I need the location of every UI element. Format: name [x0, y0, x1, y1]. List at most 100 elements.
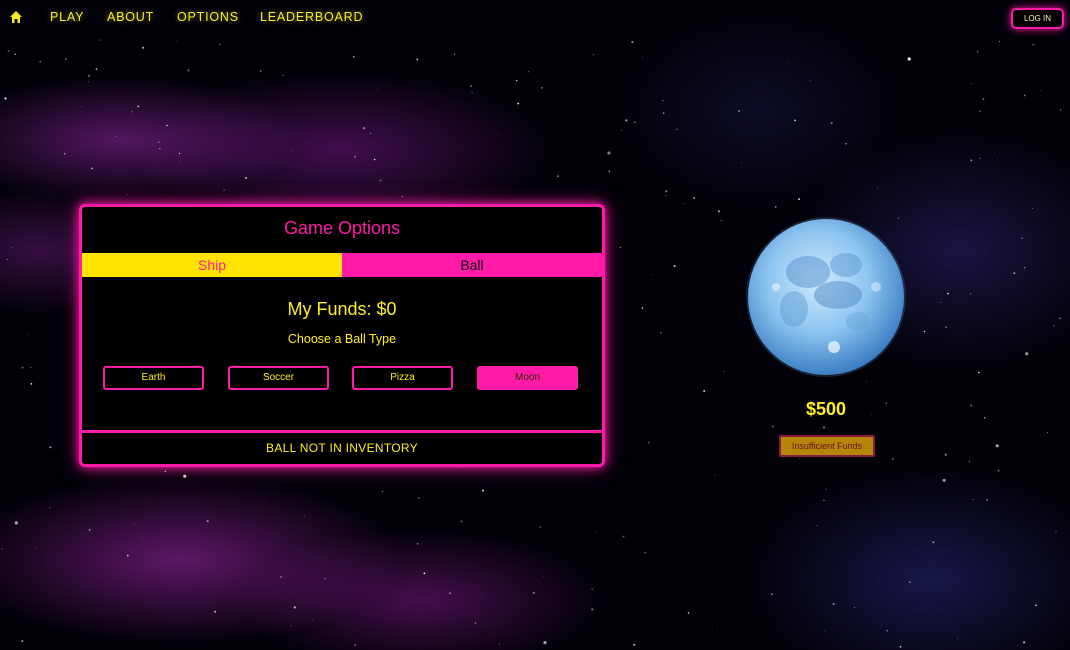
star: [886, 629, 889, 632]
star: [142, 537, 144, 539]
star: [260, 70, 262, 72]
star: [416, 543, 419, 545]
star: [775, 206, 777, 208]
star: [541, 87, 543, 89]
star: [738, 110, 740, 112]
star: [206, 520, 209, 523]
star: [381, 490, 383, 492]
star: [1047, 431, 1049, 433]
star: [923, 330, 926, 333]
star: [30, 383, 33, 385]
star: [830, 122, 833, 124]
ball-type-prompt: Choose a Ball Type: [287, 332, 397, 346]
star: [892, 458, 894, 460]
star: [21, 640, 24, 643]
star: [449, 592, 452, 595]
ball-earth-button[interactable]: Earth: [103, 366, 204, 390]
star: [977, 371, 980, 374]
star: [822, 426, 826, 429]
nav-play-link[interactable]: PLAY: [50, 10, 84, 24]
star: [786, 61, 788, 63]
star: [481, 489, 485, 492]
star: [625, 119, 628, 122]
star: [944, 453, 947, 456]
star: [14, 53, 16, 55]
star: [969, 293, 972, 295]
star: [533, 592, 535, 594]
star: [30, 366, 32, 369]
star: [1021, 237, 1023, 239]
ball-soccer-button[interactable]: Soccer: [228, 366, 329, 390]
star: [693, 197, 696, 199]
home-icon[interactable]: [9, 10, 23, 24]
ball-moon-button[interactable]: Moon: [477, 366, 578, 390]
star: [63, 153, 66, 155]
star: [741, 162, 742, 164]
star: [280, 576, 282, 578]
star: [947, 292, 949, 295]
star: [983, 416, 986, 419]
star: [263, 499, 265, 501]
star: [845, 142, 847, 145]
star: [354, 644, 356, 646]
star: [64, 58, 67, 61]
star: [717, 210, 720, 213]
star: [149, 498, 150, 499]
nav-leaderboard-link[interactable]: LEADERBOARD: [260, 10, 363, 24]
star: [652, 273, 654, 275]
moon-icon: [746, 217, 906, 377]
star: [971, 82, 972, 84]
login-button[interactable]: LOG IN: [1011, 8, 1064, 29]
insufficient-funds-button[interactable]: Insufficient Funds: [779, 435, 875, 457]
tab-ball[interactable]: Ball: [342, 253, 602, 277]
star: [290, 625, 292, 627]
star: [497, 134, 499, 136]
star: [673, 265, 676, 268]
star: [945, 326, 947, 328]
tab-ship[interactable]: Ship: [82, 253, 342, 277]
star: [98, 39, 101, 41]
nav-about-link[interactable]: ABOUT: [107, 10, 154, 24]
ball-pizza-button[interactable]: Pizza: [352, 366, 453, 390]
funds-display: My Funds: $0: [287, 299, 397, 319]
star: [908, 581, 911, 584]
star: [81, 106, 82, 108]
star: [1053, 325, 1055, 327]
star: [714, 474, 716, 476]
star: [825, 488, 827, 490]
star: [816, 525, 818, 526]
star: [219, 43, 221, 45]
star: [631, 41, 634, 44]
star: [245, 546, 247, 547]
star: [976, 50, 979, 53]
nav-options-link[interactable]: OPTIONS: [177, 10, 239, 24]
star: [376, 89, 378, 91]
star: [940, 301, 941, 303]
star: [633, 643, 636, 646]
star: [799, 458, 800, 460]
star: [1055, 530, 1057, 532]
star: [642, 56, 644, 58]
star: [179, 161, 181, 163]
star: [1023, 267, 1026, 269]
star: [683, 203, 685, 204]
star: [824, 630, 826, 632]
star: [591, 608, 594, 611]
star: [1023, 94, 1026, 97]
star: [932, 541, 935, 544]
star: [997, 469, 1000, 472]
star: [1059, 317, 1061, 320]
star: [362, 127, 365, 130]
star: [458, 467, 460, 468]
star: [418, 497, 420, 499]
star: [481, 481, 483, 483]
star: [352, 55, 355, 58]
star: [282, 74, 284, 76]
star: [137, 105, 140, 108]
star: [91, 167, 93, 170]
star: [972, 499, 974, 500]
star: [1035, 604, 1037, 607]
star: [114, 135, 116, 137]
star: [970, 404, 973, 407]
star: [542, 576, 544, 578]
